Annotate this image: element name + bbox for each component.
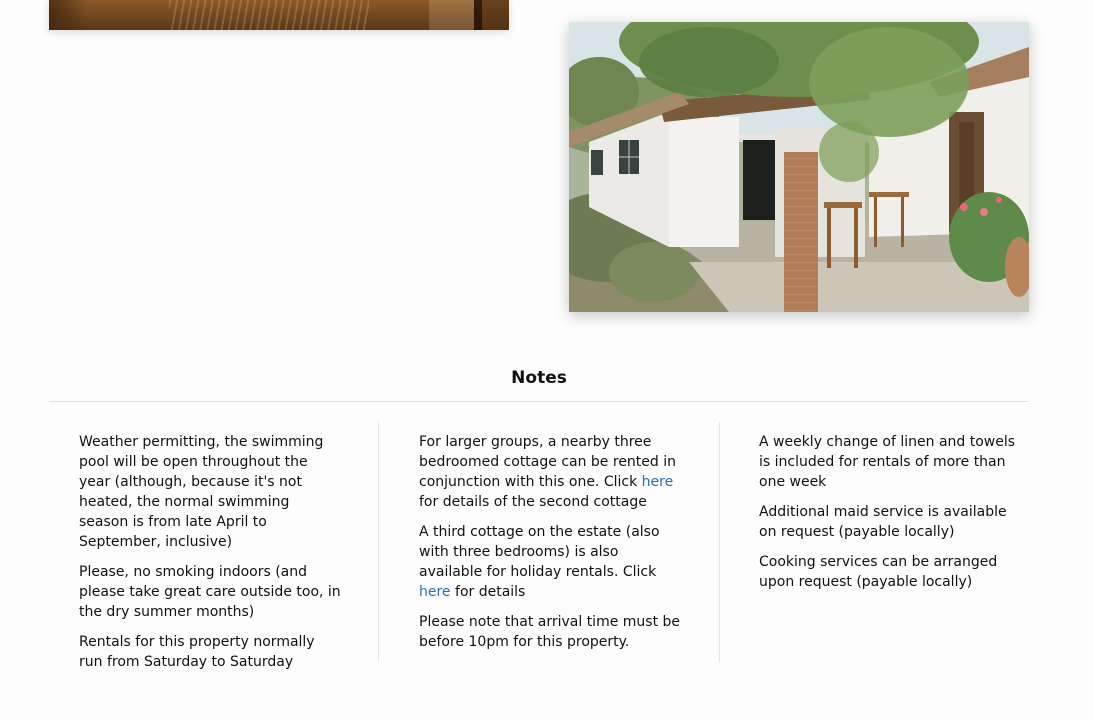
property-photo-interior[interactable] xyxy=(49,0,509,30)
note-rental-days: Rentals for this property normally run f… xyxy=(79,634,315,670)
notes-divider xyxy=(49,401,1029,402)
notes-column-1: Weather permitting, the swimming pool wi… xyxy=(79,432,341,682)
property-photo-cottage-exterior[interactable] xyxy=(569,22,1029,312)
note-third-cottage-text: A third cottage on the estate (also with… xyxy=(419,524,660,580)
column-divider xyxy=(378,422,379,662)
notes-column-2: For larger groups, a nearby three bedroo… xyxy=(419,432,681,662)
note-linen-change: A weekly change of linen and towels is i… xyxy=(759,434,1016,490)
note-arrival-time: Please note that arrival time must be be… xyxy=(419,614,681,650)
note-maid-service: Additional maid service is available on … xyxy=(759,504,1007,540)
note-cooking-services: Cooking services can be arranged upon re… xyxy=(759,554,998,590)
page: Notes Weather permitting, the swimming p… xyxy=(0,0,1093,721)
note-second-cottage-text-end: for details of the second cottage xyxy=(419,494,647,510)
note-third-cottage: A third cottage on the estate (also with… xyxy=(419,522,681,602)
third-cottage-link[interactable]: here xyxy=(419,584,451,600)
note-second-cottage: For larger groups, a nearby three bedroo… xyxy=(419,432,681,512)
notes-heading: Notes xyxy=(511,368,567,388)
note-swimming-pool: Weather permitting, the swimming pool wi… xyxy=(79,434,324,550)
note-third-cottage-text-end: for details xyxy=(450,584,526,600)
note-second-cottage-text: For larger groups, a nearby three bedroo… xyxy=(419,434,677,490)
note-no-smoking: Please, no smoking indoors (and please t… xyxy=(79,564,341,620)
column-divider xyxy=(719,422,720,662)
notes-column-3: A weekly change of linen and towels is i… xyxy=(759,432,1021,602)
second-cottage-link[interactable]: here xyxy=(642,474,674,490)
